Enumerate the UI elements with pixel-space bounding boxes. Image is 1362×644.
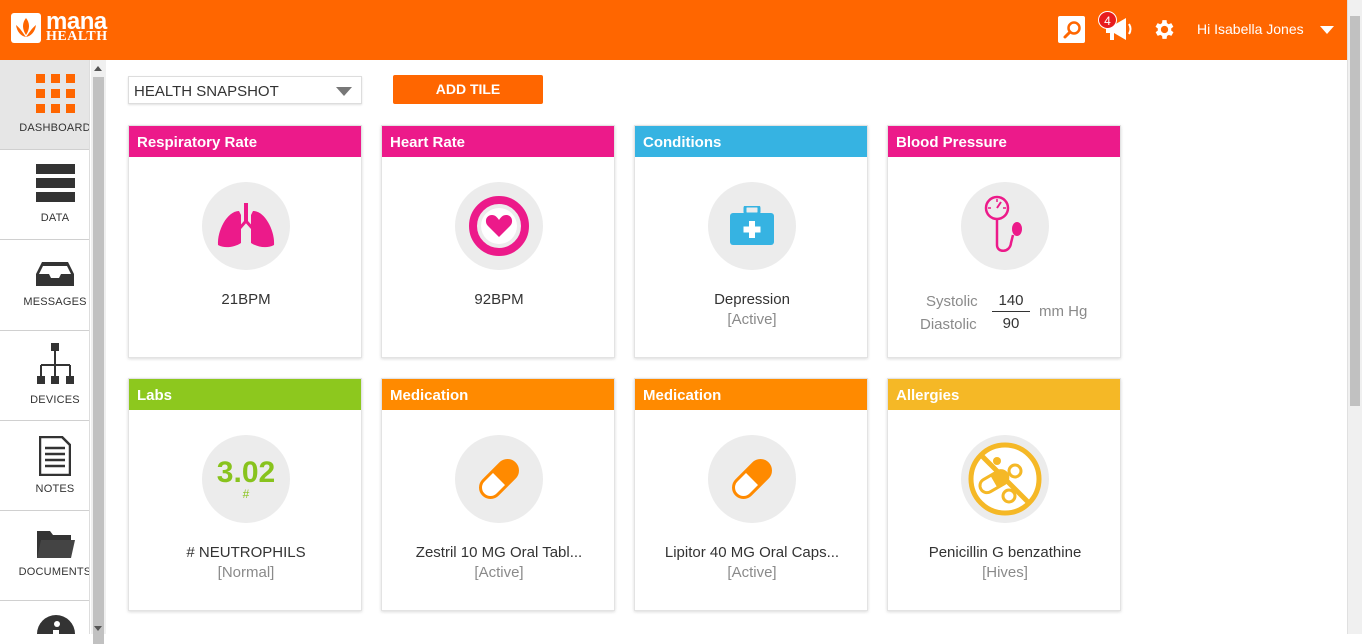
diastolic-value: 90: [1002, 315, 1020, 332]
tile-status: [Hives]: [982, 564, 1028, 581]
sidebar-scrollbar[interactable]: [91, 60, 106, 644]
notification-count-badge: 4: [1098, 11, 1117, 29]
sidebar-item-dashboard[interactable]: DASHBOARD: [0, 60, 90, 150]
tile-icon-circle: [455, 182, 543, 270]
settings-button[interactable]: [1152, 17, 1177, 42]
tile-icon-circle: [961, 182, 1049, 270]
sidebar-item-label: DOCUMENTS: [18, 566, 90, 578]
gear-icon: [1155, 20, 1174, 39]
sidebar-item-devices[interactable]: DEVICES: [0, 331, 89, 421]
tile-status: [Active]: [474, 564, 524, 581]
sidebar-item-label: DATA: [40, 212, 70, 224]
tile-title: Allergies: [888, 379, 1120, 410]
tile-value: Lipitor 40 MG Oral Caps...: [664, 544, 840, 561]
tile-status: [Active]: [727, 564, 777, 581]
tile-respiratory-rate[interactable]: Respiratory Rate 21BPM: [128, 125, 362, 358]
user-greeting[interactable]: Hi Isabella Jones: [1197, 21, 1304, 37]
top-bar: mana HEALTH 4 Hi Isabella Jones: [0, 0, 1347, 60]
snapshot-select[interactable]: HEALTH SNAPSHOT: [128, 76, 362, 104]
chevron-down-icon: [336, 87, 352, 96]
app-logo[interactable]: mana HEALTH: [11, 8, 108, 44]
tile-value: Zestril 10 MG Oral Tabl...: [415, 544, 583, 561]
lab-result-unit: #: [242, 487, 250, 501]
blood-pressure-cuff-icon: [984, 195, 1022, 252]
tile-heart-rate[interactable]: Heart Rate 92BPM: [381, 125, 615, 358]
tile-title: Medication: [635, 379, 867, 410]
tile-value: # NEUTROPHILS: [186, 544, 306, 561]
tile-icon-circle: [455, 435, 543, 523]
bp-unit: mm Hg: [1039, 303, 1088, 320]
tile-status: [Normal]: [217, 564, 275, 581]
scroll-up-arrow-icon[interactable]: [94, 66, 102, 71]
tile-icon-circle: [202, 182, 290, 270]
no-pills-icon: [968, 442, 1042, 516]
sidebar-item-data[interactable]: DATA: [0, 150, 89, 240]
sidebar-item-label: DEVICES: [30, 394, 80, 406]
search-button[interactable]: [1058, 16, 1085, 43]
tile-value: Depression: [714, 291, 790, 308]
page-scrollbar-thumb[interactable]: [1350, 16, 1360, 406]
sidebar-scrollbar-thumb[interactable]: [93, 77, 104, 644]
sidebar-item-documents[interactable]: DOCUMENTS: [0, 511, 90, 601]
tile-value: Penicillin G benzathine: [928, 544, 1082, 561]
sidebar-item-info[interactable]: [0, 601, 89, 634]
tile-status: [Active]: [727, 311, 777, 328]
first-aid-kit-icon: [730, 206, 774, 245]
tile-title: Respiratory Rate: [129, 126, 361, 157]
systolic-label: Systolic: [926, 293, 978, 310]
grid-icon: [36, 74, 75, 113]
tile-title: Conditions: [635, 126, 867, 157]
inbox-tray-icon: [36, 262, 74, 286]
tile-title: Blood Pressure: [888, 126, 1120, 157]
sidebar-item-label: NOTES: [35, 483, 75, 495]
tile-icon-circle: [708, 182, 796, 270]
tile-icon-circle: [708, 435, 796, 523]
lab-result-value: 3.02: [216, 456, 276, 489]
tile-title: Labs: [129, 379, 361, 410]
tile-value: 21BPM: [221, 291, 271, 308]
scroll-down-arrow-icon[interactable]: [94, 626, 102, 631]
user-menu-caret-icon[interactable]: [1320, 26, 1334, 34]
info-icon: [37, 615, 75, 634]
sidebar-item-label: DASHBOARD: [19, 122, 90, 134]
tile-title: Heart Rate: [382, 126, 614, 157]
tile-labs[interactable]: Labs 3.02 # # NEUTROPHILS [Normal]: [128, 378, 362, 611]
sidebar-nav: DASHBOARD DATA MESSAGES DEVICES NOTES DO…: [0, 60, 90, 634]
page-scrollbar[interactable]: [1347, 0, 1362, 634]
lotus-logo-icon: [11, 13, 41, 43]
systolic-value: 140: [992, 292, 1030, 312]
logo-subtitle: HEALTH: [46, 29, 108, 44]
tile-blood-pressure[interactable]: Blood Pressure Systolic Diastolic 140 90…: [887, 125, 1121, 358]
tile-medication-lipitor[interactable]: Medication Lipitor 40 MG Oral Caps... [A…: [634, 378, 868, 611]
logo-wordmark: mana: [46, 8, 107, 35]
tile-allergies[interactable]: Allergies Penicillin G benzathine [Hives…: [887, 378, 1121, 611]
heart-icon: [469, 196, 529, 256]
pill-capsule-icon: [479, 459, 519, 499]
sidebar-item-label: MESSAGES: [23, 296, 87, 308]
tile-title: Medication: [382, 379, 614, 410]
document-icon: [39, 436, 71, 476]
sidebar-item-notes[interactable]: NOTES: [0, 421, 89, 511]
pill-capsule-icon: [732, 459, 772, 499]
network-tree-icon: [37, 343, 74, 384]
add-tile-button[interactable]: ADD TILE: [393, 75, 543, 104]
sidebar-item-messages[interactable]: MESSAGES: [0, 240, 89, 331]
snapshot-select-value: HEALTH SNAPSHOT: [134, 83, 279, 100]
tile-icon-circle: [961, 435, 1049, 523]
bars-icon: [36, 164, 75, 202]
tile-conditions[interactable]: Conditions Depression [Active]: [634, 125, 868, 358]
tile-medication-zestril[interactable]: Medication Zestril 10 MG Oral Tabl... [A…: [381, 378, 615, 611]
tile-value: 92BPM: [474, 291, 524, 308]
search-icon: [1063, 20, 1081, 38]
lungs-icon: [217, 203, 275, 248]
tile-icon-circle: 3.02 #: [202, 435, 290, 523]
diastolic-label: Diastolic: [920, 316, 977, 333]
folder-icon: [37, 531, 75, 558]
